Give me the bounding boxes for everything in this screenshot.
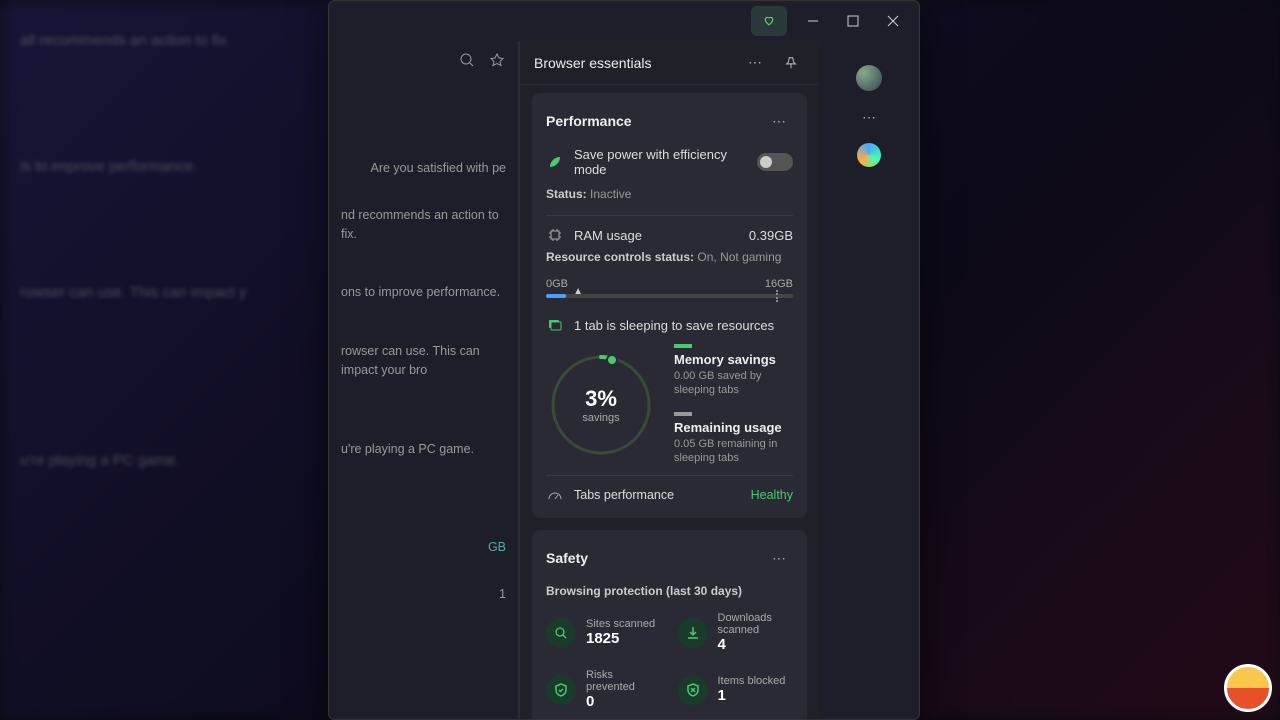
risks-prevented-stat: Risks prevented0 bbox=[546, 669, 662, 710]
performance-title: Performance bbox=[546, 113, 632, 129]
close-button[interactable] bbox=[875, 6, 911, 36]
search-icon[interactable] bbox=[458, 51, 476, 69]
browser-essentials-icon[interactable] bbox=[751, 6, 787, 36]
sleeping-tabs-message: 1 tab is sleeping to save resources bbox=[574, 318, 774, 333]
panel-title: Browser essentials bbox=[534, 55, 733, 71]
channel-logo bbox=[1224, 664, 1272, 712]
browser-essentials-panel: Browser essentials ⋯ Performance ⋯ Save … bbox=[519, 41, 819, 719]
ram-usage-label: RAM usage bbox=[574, 228, 642, 243]
background-blurred-text: all recommends an action to fix is to im… bbox=[0, 0, 340, 502]
safety-more-icon[interactable]: ⋯ bbox=[765, 544, 793, 572]
leaf-icon bbox=[546, 153, 564, 171]
browser-toolbar-right: ⋯ bbox=[819, 41, 919, 719]
safety-card: Safety ⋯ Browsing protection (last 30 da… bbox=[532, 530, 807, 719]
more-options-icon[interactable]: ⋯ bbox=[741, 49, 769, 77]
efficiency-mode-toggle[interactable] bbox=[757, 153, 793, 171]
shield-search-icon bbox=[546, 618, 576, 648]
resource-controls-status: Resource controls status: On, Not gaming bbox=[546, 250, 793, 264]
memory-savings-stat: Memory savings 0.00 GB saved by sleeping… bbox=[674, 344, 793, 398]
safety-subtitle: Browsing protection (last 30 days) bbox=[546, 584, 742, 598]
minimize-button[interactable] bbox=[795, 6, 831, 36]
maximize-button[interactable] bbox=[835, 6, 871, 36]
ram-usage-value: 0.39GB bbox=[749, 228, 793, 243]
shield-block-icon bbox=[678, 675, 708, 705]
efficiency-mode-label: Save power with efficiency mode bbox=[574, 147, 747, 177]
copilot-icon[interactable] bbox=[857, 143, 881, 167]
remaining-usage-stat: Remaining usage 0.05 GB remaining in sle… bbox=[674, 412, 793, 466]
page-content-partial: Are you satisfied with pe nd recommends … bbox=[329, 41, 519, 719]
sleeping-tabs-icon bbox=[546, 316, 564, 334]
titlebar bbox=[329, 1, 919, 41]
sites-scanned-stat: Sites scanned1825 bbox=[546, 612, 662, 653]
chip-icon bbox=[546, 226, 564, 244]
tabs-performance-label: Tabs performance bbox=[574, 488, 674, 502]
safety-title: Safety bbox=[546, 550, 588, 566]
download-icon bbox=[678, 618, 708, 648]
pin-icon[interactable] bbox=[777, 49, 805, 77]
favorite-icon[interactable] bbox=[488, 51, 506, 69]
browser-window: Are you satisfied with pe nd recommends … bbox=[328, 0, 920, 720]
items-blocked-stat: Items blocked1 bbox=[678, 669, 794, 710]
performance-card: Performance ⋯ Save power with efficiency… bbox=[532, 93, 807, 518]
ram-slider[interactable]: 0GB16GB ▲ bbox=[546, 278, 793, 298]
shield-check-icon bbox=[546, 675, 576, 705]
savings-gauge: 3% savings bbox=[546, 350, 656, 460]
performance-more-icon[interactable]: ⋯ bbox=[765, 107, 793, 135]
tabs-performance-value: Healthy bbox=[751, 488, 793, 502]
efficiency-status: Status: Inactive bbox=[546, 187, 793, 201]
profile-avatar[interactable] bbox=[856, 65, 882, 91]
gauge-icon bbox=[546, 486, 564, 504]
menu-icon[interactable]: ⋯ bbox=[855, 103, 883, 131]
downloads-scanned-stat: Downloads scanned4 bbox=[678, 612, 794, 653]
